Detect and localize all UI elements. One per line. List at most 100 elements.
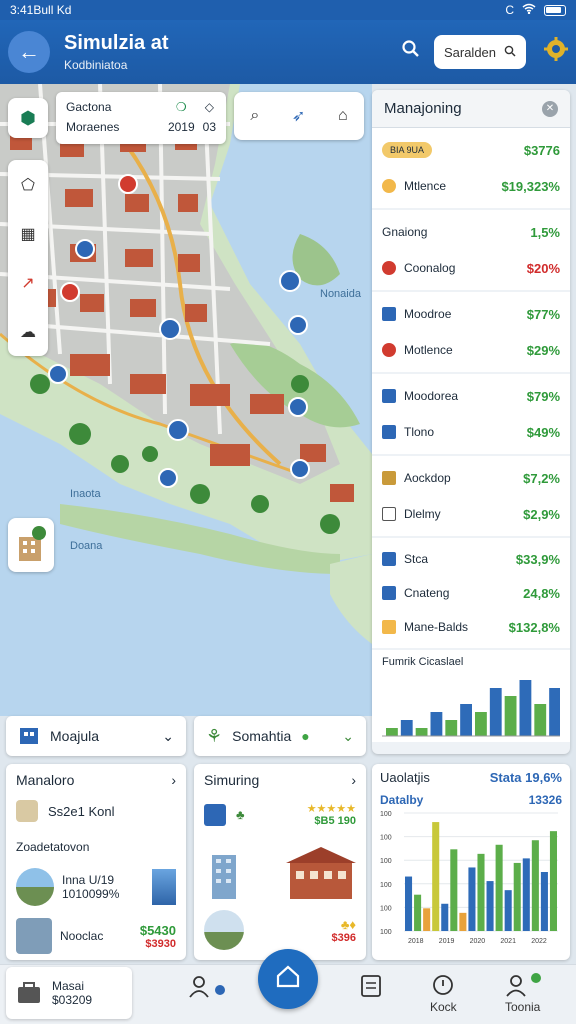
bottom-nav: Masai $03209 Kock Toonia	[0, 949, 576, 1024]
x-tick-label: 2019	[439, 938, 455, 945]
list-item[interactable]: Mtlence $19,323%	[382, 168, 560, 204]
list-item[interactable]: Stca $33,9%	[382, 542, 560, 576]
skyscraper-image	[204, 851, 244, 904]
clock: 3:41Bull Kd	[10, 3, 72, 17]
building-badge-icon	[204, 803, 226, 826]
mini-chart-bar	[534, 704, 547, 736]
building-small-icon	[382, 586, 396, 600]
nav-list[interactable]	[358, 973, 384, 1002]
mini-chart-bar	[475, 712, 487, 736]
page-title: Simulzia at	[64, 32, 169, 54]
simulation-card[interactable]: Simuring › ♣ ★★★★★ $B5 190 ♣♦ $396	[194, 764, 366, 960]
close-icon[interactable]: ✕	[542, 100, 558, 117]
chart-sub-value: 13326	[528, 793, 562, 807]
list-item[interactable]: Gnaiong 1,5%	[382, 214, 560, 250]
info-value-1: 2019	[167, 120, 195, 134]
clipboard-icon	[358, 975, 384, 1002]
city-map[interactable]: Nonaida Inaota Doana	[0, 84, 372, 716]
chart-bar	[522, 858, 530, 931]
cloud-icon[interactable]: ☁	[20, 322, 36, 342]
list-item[interactable]: Dlelmy $2,9%	[382, 496, 560, 532]
mini-chart-card: Fumrik Cicaslael	[372, 650, 570, 742]
info-name-1: Gactona	[66, 100, 112, 114]
tree-icon: ♣	[236, 807, 245, 822]
list-item[interactable]: Moodorea $79%	[382, 378, 560, 414]
carrier-label: C	[505, 3, 514, 17]
battery-icon	[544, 4, 566, 16]
document-icon	[382, 389, 396, 403]
app-bar: ← Simulzia at Kodbiniatoa Saralden	[0, 20, 576, 84]
shape-icon[interactable]: ⬠	[21, 175, 35, 195]
chart-bar	[495, 844, 503, 931]
profile-card[interactable]: Masai $03209	[6, 967, 132, 1019]
manager-card[interactable]: Manaloro › Ss2e1 Konl Zoadetatovon Inna …	[6, 764, 186, 960]
mini-chart-bar	[386, 728, 398, 736]
chevron-right-icon[interactable]: ›	[351, 772, 356, 788]
chart-bar	[468, 867, 476, 931]
list-item[interactable]: Tlono $49%	[382, 414, 560, 450]
mini-chart-bar	[504, 696, 517, 736]
back-button[interactable]: ←	[8, 31, 50, 73]
home-icon	[274, 962, 302, 997]
dropdown-right[interactable]: ⚘ Somahtia ● ⌄	[194, 716, 366, 756]
chart-bar	[450, 849, 458, 931]
chart-bar	[486, 881, 494, 931]
chart-bar	[432, 822, 440, 931]
nav-people[interactable]	[186, 973, 226, 1002]
route-icon[interactable]: ⌂	[338, 107, 348, 125]
mini-chart-bar	[549, 688, 561, 736]
gear-icon[interactable]	[544, 37, 568, 67]
chart-bar	[423, 908, 431, 931]
map-canvas[interactable]	[0, 84, 372, 716]
chart-bar	[405, 876, 413, 931]
notification-dot-icon	[215, 985, 226, 995]
search-map-icon[interactable]: ⌕	[250, 107, 259, 125]
y-tick-label: 100	[380, 858, 392, 865]
location-icon	[382, 343, 396, 357]
tag-icon: BIA 9UA	[382, 142, 432, 158]
wifi-icon	[522, 3, 536, 17]
pin-icon[interactable]: ➶	[292, 106, 305, 126]
online-dot-icon	[531, 973, 542, 983]
list-item[interactable]: Coonalog $20%	[382, 250, 560, 286]
profile-value: $03209	[52, 993, 93, 1007]
chart-bar	[477, 853, 485, 931]
y-tick-label: 100	[380, 929, 392, 936]
chevron-right-icon[interactable]: ›	[171, 772, 176, 788]
map-info-card[interactable]: Gactona Moraenes ❍ 2019 ◇ 03	[56, 92, 226, 144]
drop-icon: ◇	[204, 100, 214, 114]
management-panel: Manajoning ✕ BIA 9UA $3776 Mtlence $19,3…	[372, 90, 570, 754]
mini-chart-bar	[519, 680, 532, 736]
water-label-2: Inaota	[70, 488, 101, 500]
chart-bar	[441, 903, 449, 931]
chart-bar	[531, 840, 539, 931]
home-button[interactable]	[258, 949, 318, 1009]
nav-kock[interactable]: Kock	[430, 973, 457, 1014]
y-tick-label: 100	[380, 811, 392, 818]
grid-icon[interactable]: ▦	[20, 224, 35, 244]
search-icon[interactable]	[402, 40, 420, 64]
list-item[interactable]: Moodroe $77%	[382, 296, 560, 332]
search-input[interactable]: Saralden	[434, 35, 526, 69]
chart-stat: Stata 19,6%	[489, 770, 562, 785]
tower-icon	[152, 869, 176, 905]
list-item[interactable]: Mane-Balds $132,8%	[382, 610, 560, 644]
stats-chart-card: Uaolatjis Stata 19,6% Datalby 13326 100 1…	[372, 764, 570, 960]
list-item[interactable]: Cnateng 24,8%	[382, 576, 560, 610]
building-icon[interactable]	[8, 518, 54, 572]
list-item[interactable]: Motlence $29%	[382, 332, 560, 368]
monument-thumbnail	[204, 910, 244, 950]
layer-toggle-button[interactable]: ⬢	[8, 98, 48, 138]
people-icon	[186, 976, 212, 1002]
list-item[interactable]: BIA 9UA $3776	[382, 132, 560, 168]
coins-icon: ♣♦	[340, 916, 356, 932]
heart-icon	[382, 261, 396, 275]
box-icon	[382, 620, 396, 634]
list-item[interactable]: Aockdop $7,2%	[382, 460, 560, 496]
dropdown-left[interactable]: Moajula ⌄	[6, 716, 186, 756]
status-dot-icon: ●	[301, 728, 310, 744]
brush-icon[interactable]: ↗	[21, 273, 34, 293]
square-icon	[382, 552, 396, 566]
nav-team[interactable]: Toonia	[504, 973, 542, 1014]
mini-chart-bar	[400, 720, 413, 736]
